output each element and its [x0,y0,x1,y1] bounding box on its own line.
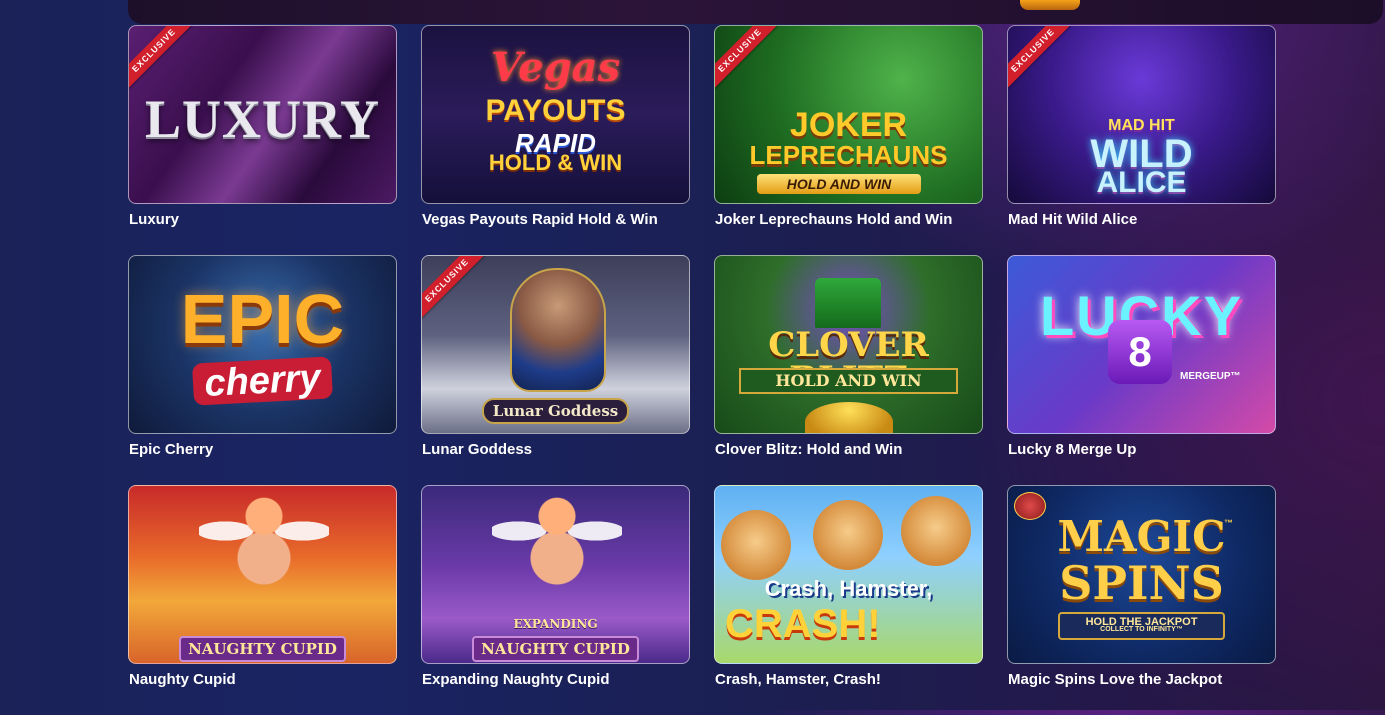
leprechaun-hat-image [815,278,881,328]
exclusive-ribbon: EXCLUSIVE [715,26,785,96]
game-card-lucky-8[interactable]: LUCKY 8 MERGEUP™ Lucky 8 Merge Up [1007,255,1276,485]
thumbnail-logo-text: Lunar Goddess [482,398,629,424]
thumbnail-logo-text: LUXURY [144,89,381,149]
game-card-mad-hit-wild-alice[interactable]: EXCLUSIVE MAD HIT WILD ALICE Mad Hit Wil… [1007,25,1276,255]
hamster-character-image [813,500,883,570]
hamster-character-image [721,510,791,580]
thumbnail-logo-text: HOLD AND WIN [739,368,958,394]
game-thumbnail[interactable]: LUCKY 8 MERGEUP™ [1007,255,1276,434]
game-thumbnail[interactable]: ™ MAGIC SPINS HOLD THE JACKPOT COLLECT T… [1007,485,1276,664]
game-thumbnail[interactable]: EXCLUSIVE LUXURY [128,25,397,204]
game-card-lunar-goddess[interactable]: EXCLUSIVE Lunar Goddess Lunar Goddess [421,255,690,485]
game-card-luxury[interactable]: EXCLUSIVE LUXURY Luxury [128,25,397,255]
game-title[interactable]: Clover Blitz: Hold and Win [715,441,902,458]
thumbnail-logo-text: cherry [191,356,334,406]
game-title[interactable]: Lucky 8 Merge Up [1008,441,1136,458]
exclusive-ribbon: EXCLUSIVE [129,26,199,96]
game-card-expanding-naughty-cupid[interactable]: EXPANDING NAUGHTY CUPID Expanding Naught… [421,485,690,715]
game-title[interactable]: Crash, Hamster, Crash! [715,671,881,688]
game-card-clover-blitz[interactable]: CLOVER BLITZ HOLD AND WIN Clover Blitz: … [714,255,983,485]
thumbnail-logo-banner: HOLD AND WIN [757,174,921,194]
game-card-magic-spins[interactable]: ™ MAGIC SPINS HOLD THE JACKPOT COLLECT T… [1007,485,1276,715]
top-promo-banner [128,0,1383,24]
game-title[interactable]: Magic Spins Love the Jackpot [1008,671,1222,688]
game-thumbnail[interactable]: CLOVER BLITZ HOLD AND WIN [714,255,983,434]
exclusive-ribbon: EXCLUSIVE [422,256,492,326]
thumbnail-logo-text: CRASH! [725,602,881,646]
thumbnail-logo-text: HOLD & WIN [488,150,623,175]
gold-coins-image [805,402,893,433]
thumbnail-logo-text: JOKER [789,106,908,144]
game-title[interactable]: Expanding Naughty Cupid [422,671,610,688]
thumbnail-logo-text: PAYOUTS [485,94,626,127]
thumbnail-logo-text: LEPRECHAUNS [749,140,948,170]
thumbnail-logo-text: EXPANDING [513,617,598,631]
goddess-portrait-image [510,268,606,392]
game-thumbnail[interactable]: EXCLUSIVE JOKER LEPRECHAUNS HOLD AND WIN [714,25,983,204]
game-card-crash-hamster-crash[interactable]: Crash, Hamster, CRASH! Crash, Hamster, C… [714,485,983,715]
thumbnail-logo-text: COLLECT TO INFINITY™ [1100,626,1183,633]
game-title[interactable]: Luxury [129,211,179,228]
cupid-character-image [229,492,299,602]
game-title[interactable]: Joker Leprechauns Hold and Win [715,211,952,228]
game-card-naughty-cupid[interactable]: NAUGHTY CUPID Naughty Cupid [128,485,397,715]
game-card-joker-leprechauns[interactable]: EXCLUSIVE JOKER LEPRECHAUNS HOLD AND WIN… [714,25,983,255]
game-thumbnail[interactable]: EXCLUSIVE Lunar Goddess [421,255,690,434]
game-thumbnail[interactable]: EXPANDING NAUGHTY CUPID [421,485,690,664]
game-title[interactable]: Lunar Goddess [422,441,532,458]
thumbnail-logo-text: NAUGHTY CUPID [472,636,639,662]
exclusive-ribbon: EXCLUSIVE [1008,26,1078,96]
thumbnail-logo-text: NAUGHTY CUPID [179,636,346,662]
thumbnail-logo-text: MERGEUP™ [1180,371,1241,382]
thumbnail-logo-text: ALICE [1096,166,1187,199]
game-title[interactable]: Naughty Cupid [129,671,236,688]
banner-gem-decoration [1020,0,1080,10]
game-title[interactable]: Epic Cherry [129,441,213,458]
thumbnail-logo-text: Vegas [490,44,621,91]
game-thumbnail[interactable]: EPIC cherry [128,255,397,434]
game-card-epic-cherry[interactable]: EPIC cherry Epic Cherry [128,255,397,485]
thumbnail-logo-text: EPIC [180,280,345,358]
game-title[interactable]: Mad Hit Wild Alice [1008,211,1137,228]
game-thumbnail[interactable]: EXCLUSIVE MAD HIT WILD ALICE [1007,25,1276,204]
game-thumbnail[interactable]: Vegas PAYOUTS RAPID HOLD & WIN [421,25,690,204]
cupid-character-image [522,492,592,602]
game-thumbnail[interactable]: NAUGHTY CUPID [128,485,397,664]
thumbnail-logo-text: SPINS [1059,556,1224,610]
game-card-vegas-payouts[interactable]: Vegas PAYOUTS RAPID HOLD & WIN Vegas Pay… [421,25,690,255]
thumbnail-logo-text: 8 [1108,320,1172,384]
game-grid: EXCLUSIVE LUXURY Luxury Vegas PAYOUTS RA… [128,25,1276,715]
game-title[interactable]: Vegas Payouts Rapid Hold & Win [422,211,658,228]
hamster-character-image [901,496,971,566]
thumbnail-logo-text: MAGIC [1057,512,1226,561]
thumbnail-logo-text: Crash, Hamster, [764,576,933,601]
game-thumbnail[interactable]: Crash, Hamster, CRASH! [714,485,983,664]
